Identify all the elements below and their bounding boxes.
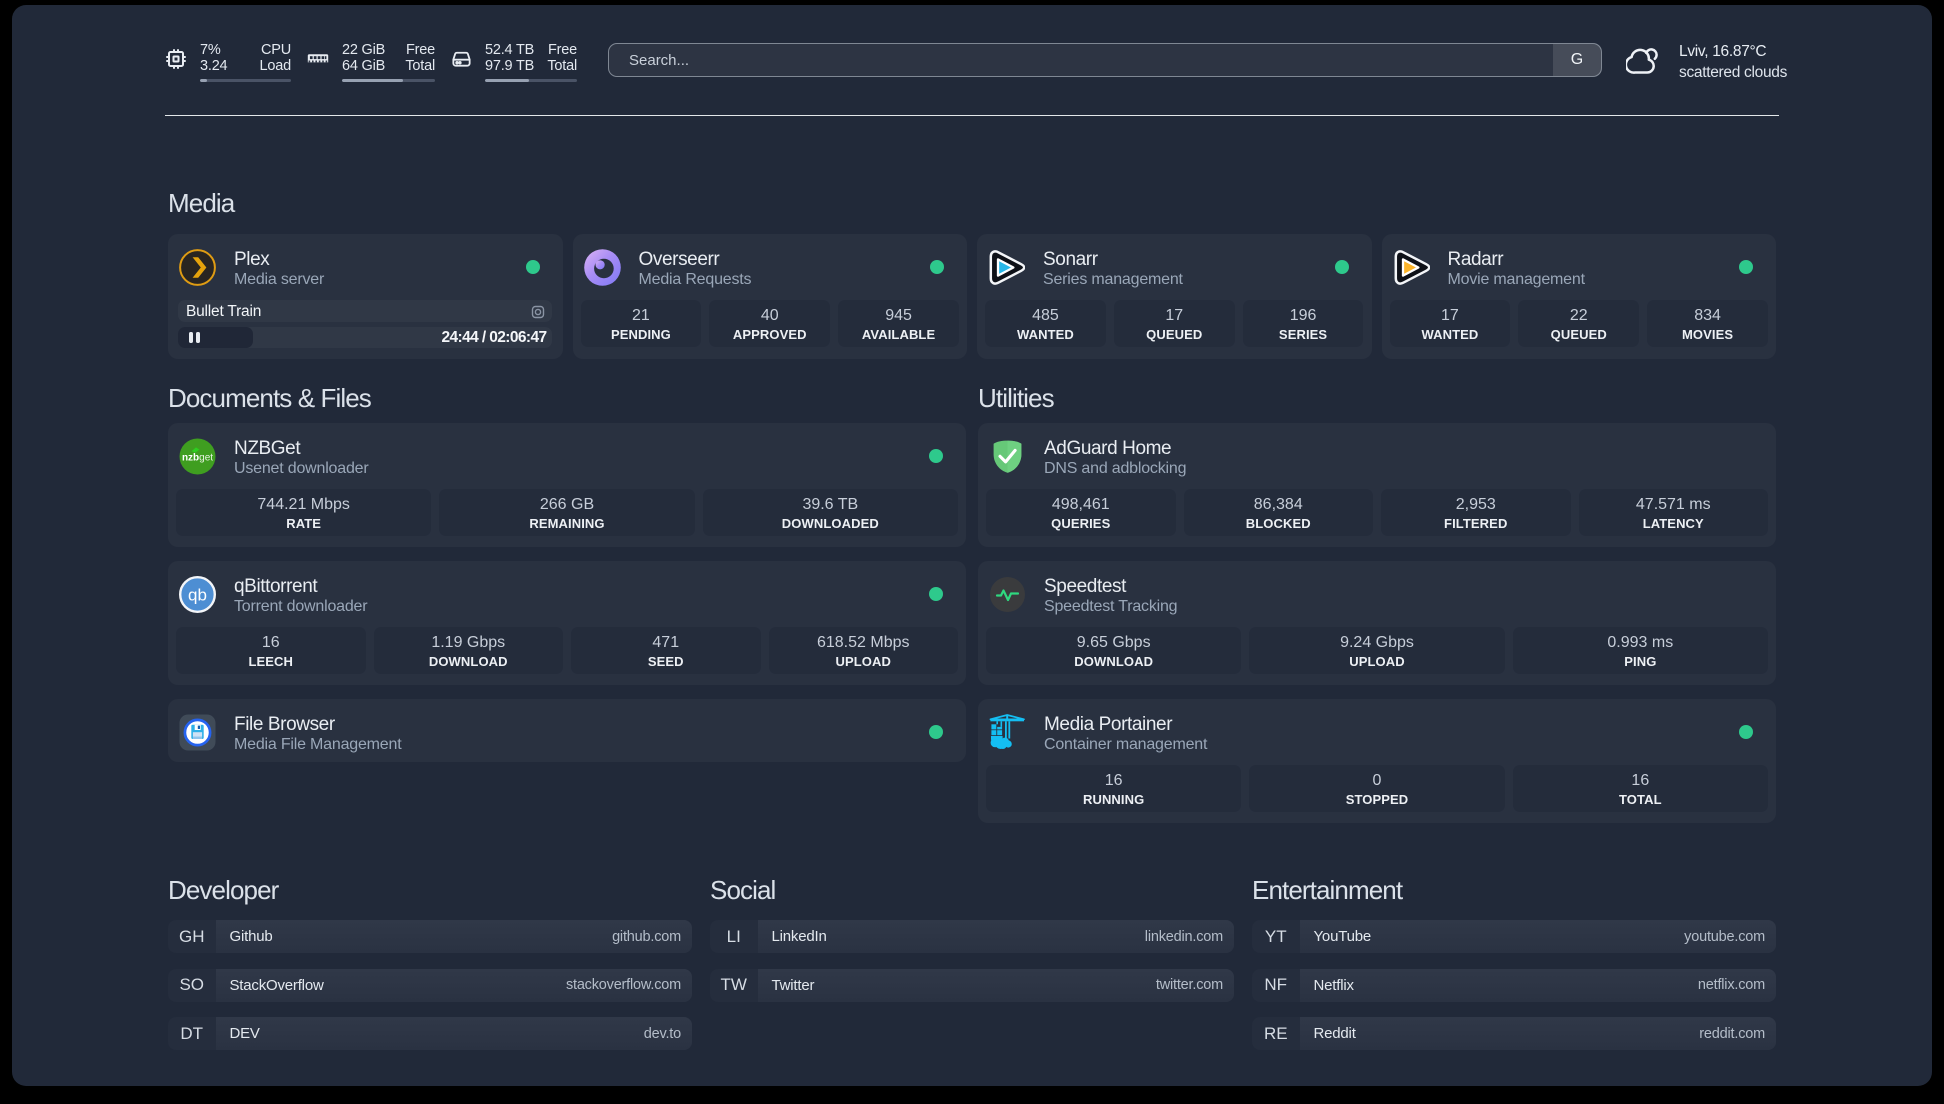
svg-text:nzbget: nzbget: [182, 452, 213, 463]
svg-text:qb: qb: [188, 585, 207, 604]
